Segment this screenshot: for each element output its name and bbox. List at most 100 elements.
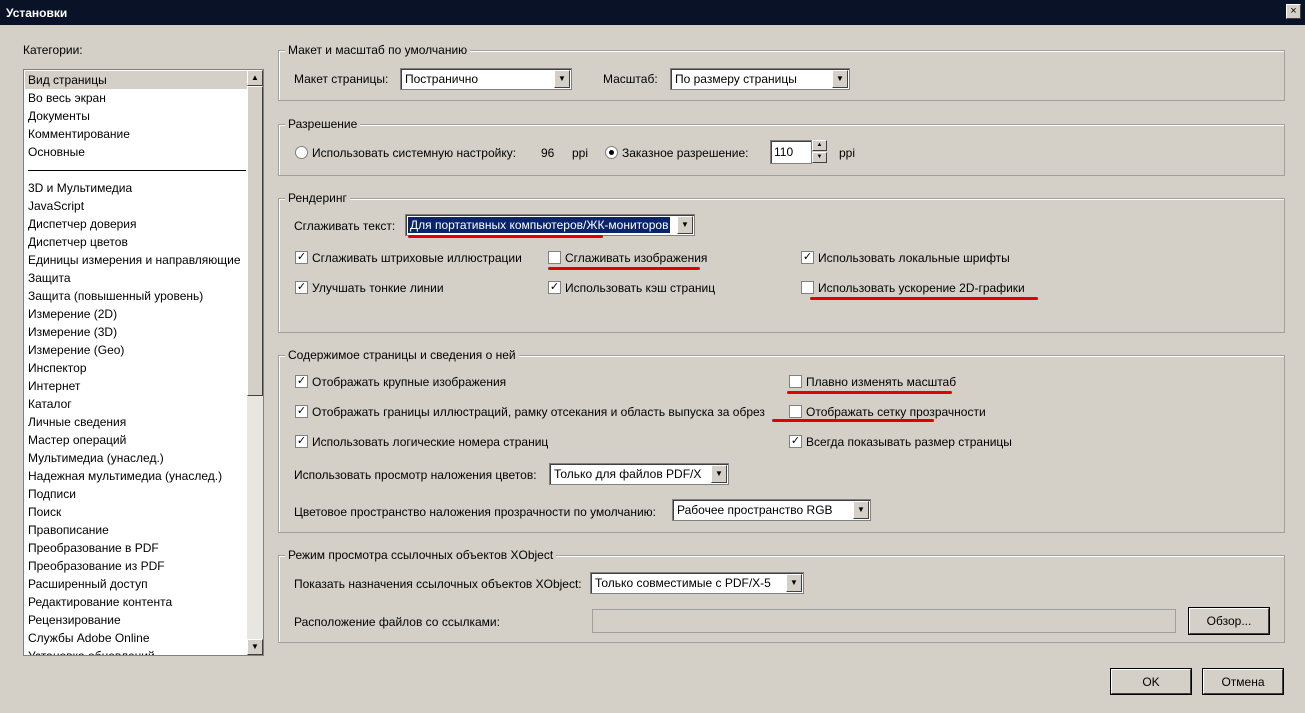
overprint-preview-select[interactable]: Только для файлов PDF/X ▼ (549, 463, 729, 485)
category-item[interactable]: Защита (повышенный уровень) (28, 287, 203, 305)
annotation-underline (548, 267, 700, 270)
zoom-label: Масштаб: (603, 72, 658, 86)
blend-space-value: Рабочее пространство RGB (677, 503, 833, 517)
large-images-checkbox[interactable]: ✓ (295, 375, 308, 388)
category-item[interactable]: Измерение (2D) (28, 305, 117, 323)
linked-files-location-label: Расположение файлов со ссылками: (294, 615, 500, 629)
page-cache-label: Использовать кэш страниц (565, 281, 716, 295)
linked-files-location-input[interactable] (592, 609, 1176, 633)
smooth-text-value: Для портативных компьютеров/ЖК-мониторов (408, 217, 671, 233)
category-item[interactable]: Диспетчер цветов (28, 233, 128, 251)
category-item[interactable]: Преобразование в PDF (28, 539, 159, 557)
page-size-label: Всегда показывать размер страницы (806, 435, 1012, 449)
category-item[interactable]: Единицы измерения и направляющие (28, 251, 241, 269)
page-layout-value: Постранично (405, 72, 479, 86)
category-item[interactable]: Службы Adobe Online (28, 629, 150, 647)
chevron-down-icon: ▼ (786, 574, 802, 592)
browse-button[interactable]: Обзор... (1189, 608, 1269, 634)
logical-page-numbers-checkbox[interactable]: ✓ (295, 435, 308, 448)
2d-acceleration-label: Использовать ускорение 2D-графики (818, 281, 1025, 295)
smooth-zoom-label: Плавно изменять масштаб (806, 375, 957, 389)
ok-button[interactable]: OK (1111, 669, 1191, 694)
category-item[interactable]: Диспетчер доверия (28, 215, 137, 233)
category-item[interactable]: Мастер операций (28, 431, 126, 449)
category-item[interactable]: Комментирование (28, 125, 130, 143)
system-resolution-value: 96 (541, 146, 555, 160)
page-content-group-title: Содержимое страницы и сведения о ней (285, 348, 519, 362)
category-item[interactable]: Защита (28, 269, 71, 287)
category-item[interactable]: 3D и Мультимедиа (28, 179, 132, 197)
arrow-up-icon: ▲ (251, 73, 259, 82)
transparency-grid-label: Отображать сетку прозрачности (806, 405, 986, 419)
transparency-grid-checkbox[interactable] (789, 405, 802, 418)
xobject-targets-value: Только совместимые с PDF/X-5 (595, 576, 771, 590)
check-icon: ✓ (790, 435, 801, 447)
category-item[interactable]: Расширенный доступ (28, 575, 148, 593)
category-item[interactable]: Надежная мультимедиа (унаслед.) (28, 467, 222, 485)
category-item[interactable]: Редактирование контента (28, 593, 172, 611)
check-icon: ✓ (296, 251, 307, 263)
blend-space-select[interactable]: Рабочее пространство RGB ▼ (672, 499, 871, 521)
category-item[interactable]: Вид страницы (25, 71, 253, 89)
overprint-preview-label: Использовать просмотр наложения цветов: (294, 468, 537, 482)
annotation-underline (408, 235, 603, 238)
zoom-select[interactable]: По размеру страницы ▼ (670, 68, 850, 90)
local-fonts-checkbox[interactable]: ✓ (801, 251, 814, 264)
smooth-zoom-checkbox[interactable] (789, 375, 802, 388)
check-icon: ✓ (296, 405, 307, 417)
category-item[interactable]: Измерение (3D) (28, 323, 117, 341)
category-item[interactable]: Подписи (28, 485, 76, 503)
category-item[interactable]: Основные (28, 143, 85, 161)
categories-list[interactable]: Установка обновлений Службы Adobe Online Р… (23, 69, 264, 656)
categories-scrollbar[interactable]: ▲ ▼ (247, 70, 263, 655)
scroll-down-button[interactable]: ▼ (247, 639, 263, 655)
scroll-thumb[interactable] (247, 86, 263, 396)
smooth-line-art-label: Сглаживать штриховые иллюстрации (312, 251, 522, 265)
system-resolution-radio[interactable] (295, 146, 308, 159)
category-item[interactable]: Поиск (28, 503, 61, 521)
arrow-down-icon: ▼ (251, 642, 259, 651)
cancel-button[interactable]: Отмена (1203, 669, 1283, 694)
category-item[interactable]: Во весь экран (28, 89, 106, 107)
page-layout-select[interactable]: Постранично ▼ (400, 68, 572, 90)
custom-resolution-value: 110 (774, 145, 794, 159)
smooth-images-checkbox[interactable] (548, 251, 561, 264)
category-item[interactable]: Преобразование из PDF (28, 557, 165, 575)
logical-page-numbers-label: Использовать логические номера страниц (312, 435, 549, 449)
custom-resolution-radio[interactable] (605, 146, 618, 159)
category-item[interactable]: Измерение (Geo) (28, 341, 124, 359)
resolution-spin-down[interactable]: ▼ (812, 152, 827, 163)
close-button[interactable]: × (1286, 4, 1301, 19)
xobject-targets-select[interactable]: Только совместимые с PDF/X-5 ▼ (590, 572, 804, 594)
resolution-spin-up[interactable]: ▲ (812, 140, 827, 151)
large-images-label: Отображать крупные изображения (312, 375, 507, 389)
xobject-targets-label: Показать назначения ссылочных объектов X… (294, 577, 582, 591)
smooth-line-art-checkbox[interactable]: ✓ (295, 251, 308, 264)
page-layout-label: Макет страницы: (294, 72, 389, 86)
category-item[interactable]: Инспектор (28, 359, 87, 377)
xobject-group-title: Режим просмотра ссылочных объектов XObje… (285, 548, 557, 562)
2d-acceleration-checkbox[interactable] (801, 281, 814, 294)
category-item[interactable]: Личные сведения (28, 413, 126, 431)
category-item[interactable]: Мультимедиа (унаслед.) (28, 449, 164, 467)
page-cache-checkbox[interactable]: ✓ (548, 281, 561, 294)
browse-button-label: Обзор... (1206, 614, 1252, 628)
page-size-checkbox[interactable]: ✓ (789, 435, 802, 448)
enhance-thin-lines-checkbox[interactable]: ✓ (295, 281, 308, 294)
category-item[interactable]: Интернет (28, 377, 80, 395)
category-item[interactable]: Установка обновлений (28, 647, 155, 655)
category-item[interactable]: Документы (28, 107, 90, 125)
annotation-underline (787, 391, 952, 394)
category-item[interactable]: JavaScript (28, 197, 84, 215)
chevron-down-icon: ▼ (711, 465, 727, 483)
category-item[interactable]: Рецензирование (28, 611, 121, 629)
window-title: Установки (6, 6, 68, 20)
art-trim-bleed-checkbox[interactable]: ✓ (295, 405, 308, 418)
category-item[interactable]: Каталог (28, 395, 72, 413)
check-icon: ✓ (296, 435, 307, 447)
layout-group-title: Макет и масштаб по умолчанию (285, 43, 471, 57)
custom-resolution-input[interactable]: 110 (770, 140, 812, 164)
smooth-text-select[interactable]: Для портативных компьютеров/ЖК-мониторов… (405, 214, 695, 236)
category-item[interactable]: Правописание (28, 521, 109, 539)
scroll-up-button[interactable]: ▲ (247, 70, 263, 86)
